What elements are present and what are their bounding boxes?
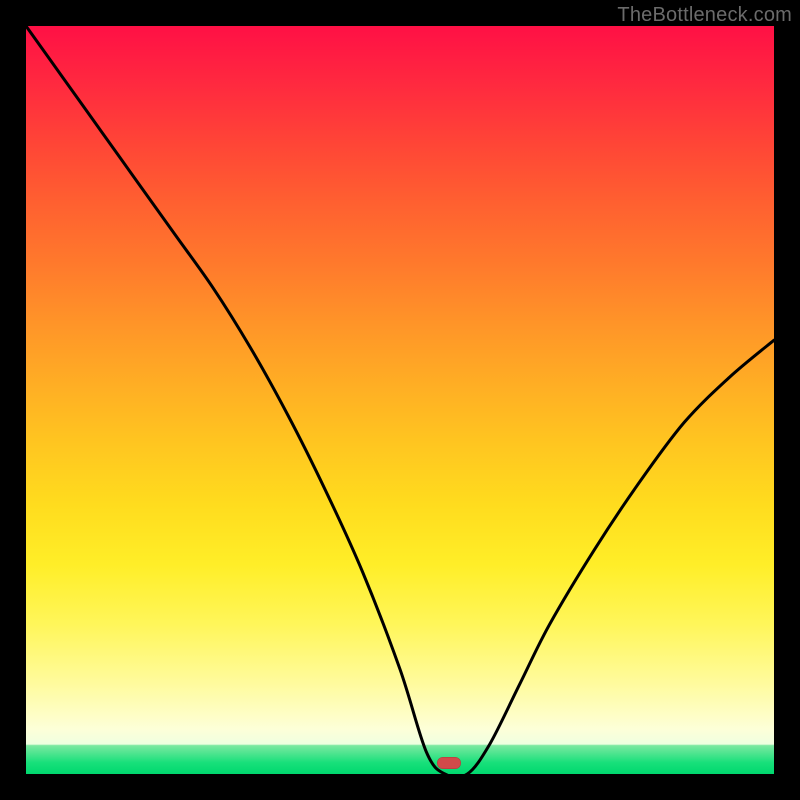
watermark-text: TheBottleneck.com [617,4,792,27]
plot-frame [26,26,774,774]
curve-path [26,26,774,777]
bottleneck-curve [26,26,774,774]
minimum-marker [437,757,461,769]
